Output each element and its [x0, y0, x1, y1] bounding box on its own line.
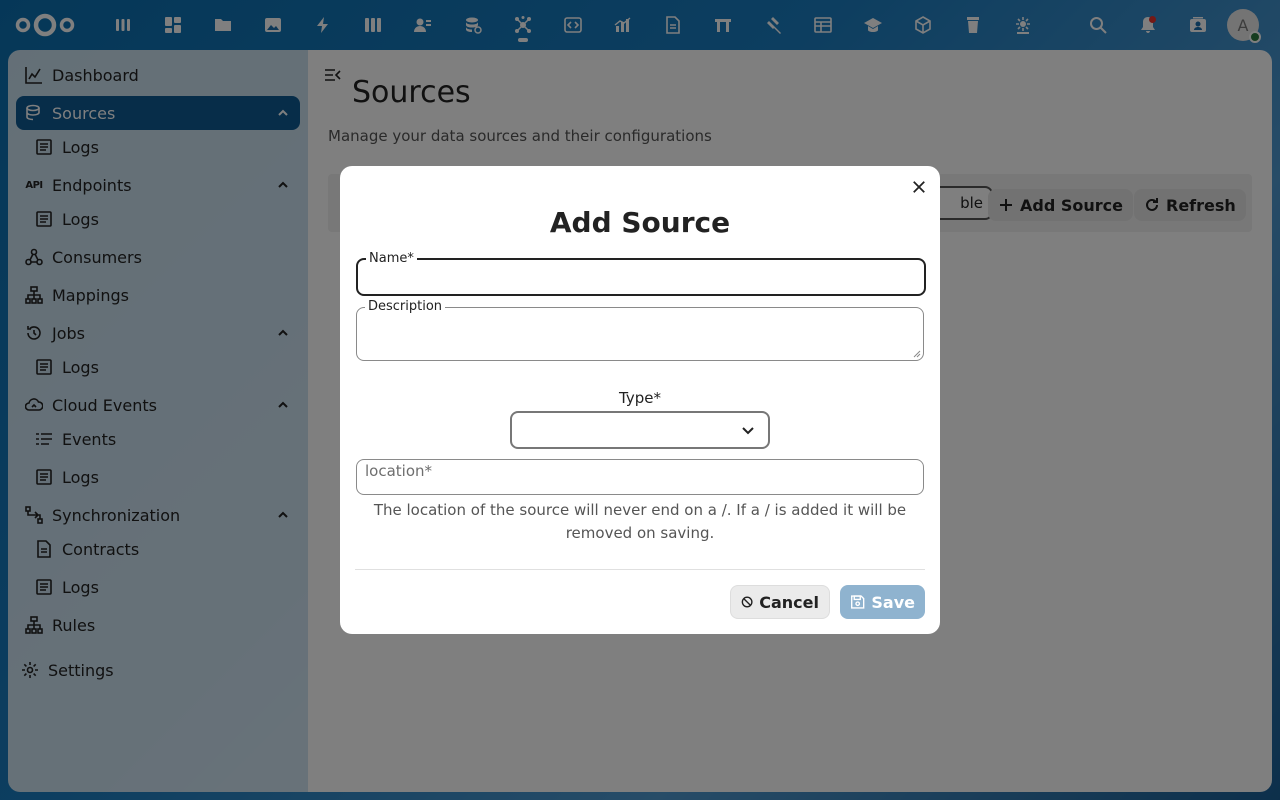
cancel-button[interactable]: Cancel — [730, 585, 830, 619]
close-icon — [913, 181, 925, 193]
location-helper-text: The location of the source will never en… — [373, 501, 907, 542]
save-button[interactable]: Save — [840, 585, 925, 619]
cancel-icon — [741, 596, 753, 608]
name-field[interactable]: Name* — [356, 251, 926, 296]
description-field[interactable]: Description — [356, 299, 924, 361]
close-button[interactable] — [908, 176, 930, 198]
location-input[interactable]: location* — [356, 459, 924, 495]
type-select[interactable] — [510, 411, 770, 449]
modal-title: Add Source — [549, 206, 731, 239]
add-source-modal: Add Source Name* Description Type* locat… — [340, 166, 940, 634]
description-field-label: Description — [365, 299, 446, 314]
chevron-down-icon — [742, 427, 754, 435]
name-field-label: Name* — [366, 251, 417, 266]
location-placeholder: location* — [365, 462, 433, 480]
save-icon — [851, 595, 865, 609]
type-label: Type* — [619, 389, 661, 407]
resize-handle-icon[interactable] — [913, 350, 921, 358]
modal-divider — [355, 569, 925, 570]
